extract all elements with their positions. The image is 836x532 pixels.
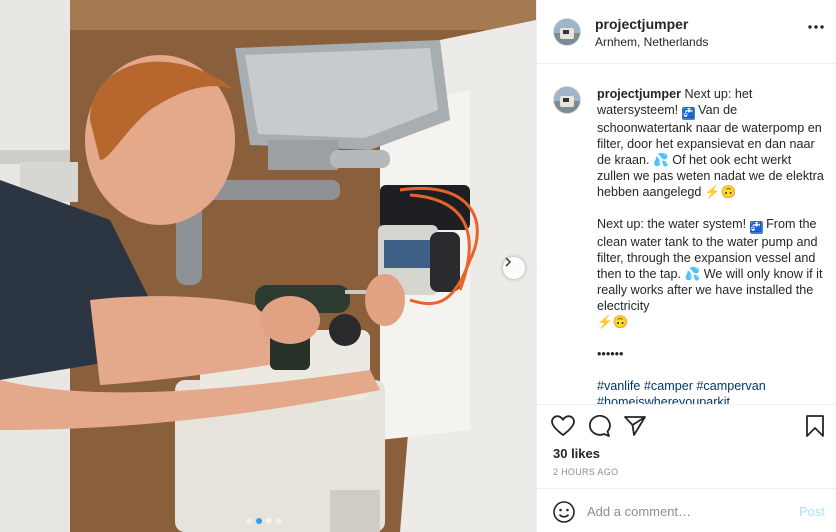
likes-count[interactable]: 30 likes	[553, 446, 600, 461]
caption-dots: ••••••	[597, 347, 624, 361]
caption-avatar[interactable]	[553, 86, 581, 114]
lightning-emoji-icon: ⚡	[597, 315, 613, 329]
carousel-dot	[266, 518, 272, 524]
carousel-dot	[276, 518, 282, 524]
location-link[interactable]: Arnhem, Netherlands	[595, 35, 708, 49]
post-comment-button[interactable]: Post	[799, 504, 825, 519]
emoji-smile-icon[interactable]	[553, 501, 575, 523]
post-actions	[537, 404, 836, 442]
upside-down-face-emoji-icon: 🙃	[720, 185, 737, 199]
post-photo[interactable]	[0, 0, 536, 532]
post-side-panel: projectjumper Arnhem, Netherlands projec…	[536, 0, 836, 532]
comment-input[interactable]	[587, 501, 787, 521]
potable-water-emoji-icon: 🚰	[681, 107, 695, 120]
caption-username[interactable]: projectjumper	[597, 87, 681, 101]
upside-down-face-emoji-icon: 🙃	[612, 315, 629, 329]
carousel-dot-active	[256, 518, 262, 524]
comment-bar: Post	[537, 488, 836, 532]
photo-illustration	[0, 0, 536, 532]
post-timestamp[interactable]: 2 HOURS AGO	[553, 467, 618, 477]
share-icon[interactable]	[623, 415, 647, 437]
sweat-droplets-emoji-icon: 💦	[684, 267, 701, 281]
carousel-next-button[interactable]	[503, 257, 525, 279]
caption-area: projectjumper Next up: het watersysteem!…	[537, 64, 836, 404]
hashtags[interactable]: #vanlife #camper #campervan #homeiswhere…	[597, 378, 825, 404]
caption-en-1: Next up: the water system!	[597, 217, 750, 231]
chevron-right-icon	[505, 257, 512, 267]
avatar[interactable]	[553, 18, 581, 46]
more-options-icon[interactable]	[808, 25, 824, 29]
bookmark-icon[interactable]	[805, 415, 825, 437]
header-username[interactable]: projectjumper	[595, 16, 688, 32]
caption-text: projectjumper Next up: het watersysteem!…	[597, 86, 825, 404]
sweat-droplets-emoji-icon: 💦	[653, 153, 669, 167]
carousel-dot	[246, 518, 252, 524]
heart-icon[interactable]	[551, 415, 575, 437]
carousel-dots	[246, 518, 282, 524]
lightning-emoji-icon: ⚡	[704, 185, 721, 199]
potable-water-emoji-icon: 🚰	[749, 221, 763, 234]
comment-icon[interactable]	[587, 415, 611, 437]
post-header: projectjumper Arnhem, Netherlands	[537, 0, 836, 64]
